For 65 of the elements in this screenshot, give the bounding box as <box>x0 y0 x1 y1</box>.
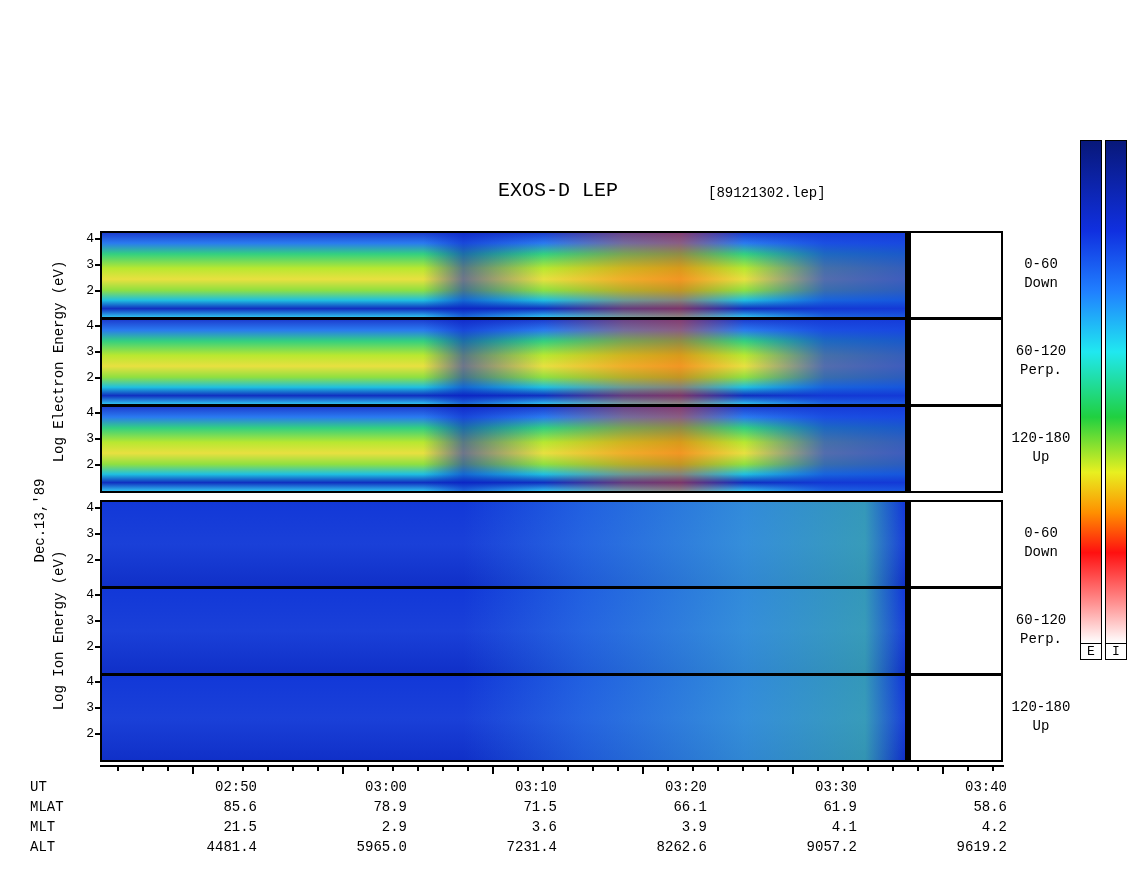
row-label: MLT <box>30 820 56 834</box>
file-label: [89121302.lep] <box>708 186 826 200</box>
tick-label: 4 <box>85 675 94 688</box>
row-label: UT <box>30 780 47 794</box>
tick-label: 4 <box>85 319 94 332</box>
tick-label: 4 <box>85 232 94 245</box>
tick-label: 2 <box>85 371 94 384</box>
plot-title: EXOS-D LEP <box>498 181 619 201</box>
tick-label: 4 <box>85 406 94 419</box>
angle-range: 0-60 <box>1024 255 1058 274</box>
axis-value: 02:50 <box>214 780 257 794</box>
tick-label: 2 <box>85 727 94 740</box>
direction-label: Perp. <box>1020 630 1062 649</box>
date-label: Dec.13,'89 <box>30 478 49 562</box>
axis-value: 9057.2 <box>805 840 857 854</box>
axis-label: Log Ion Energy (eV) <box>50 550 69 710</box>
axis-value: 58.6 <box>972 800 1007 814</box>
direction-label: Up <box>1032 448 1050 467</box>
axis-value: 3.6 <box>530 820 557 834</box>
axis-value: 3.9 <box>680 820 707 834</box>
axis-value: 4.2 <box>980 820 1007 834</box>
tick-label: 4 <box>85 501 94 514</box>
axis-value: 78.9 <box>372 800 407 814</box>
axis-value: 85.6 <box>222 800 257 814</box>
tick-label: 2 <box>85 284 94 297</box>
axis-value: 2.9 <box>380 820 407 834</box>
axis-value: 61.9 <box>822 800 857 814</box>
angle-range: 120-180 <box>1011 429 1071 448</box>
axis-value: 03:10 <box>514 780 557 794</box>
tick-label: 3 <box>85 701 94 714</box>
direction-label: Down <box>1024 543 1058 562</box>
color-bar-label: I <box>1105 643 1127 660</box>
tick-label: 3 <box>85 527 94 540</box>
axis-value: 4481.4 <box>205 840 257 854</box>
axis-label: Log Electron Energy (eV) <box>50 260 69 462</box>
axis-value: 03:20 <box>664 780 707 794</box>
axis-value: 4.1 <box>830 820 857 834</box>
axis-value: 03:00 <box>364 780 407 794</box>
axis-value: 7231.4 <box>505 840 557 854</box>
tick-label: 3 <box>85 258 94 271</box>
tick-label: 4 <box>85 588 94 601</box>
axis-value: 9619.2 <box>955 840 1007 854</box>
tick-label: 3 <box>85 614 94 627</box>
row-label: MLAT <box>30 800 64 814</box>
axis-value: 66.1 <box>672 800 707 814</box>
angle-range: 120-180 <box>1011 698 1071 717</box>
row-label: ALT <box>30 840 56 854</box>
axis-value: 71.5 <box>522 800 557 814</box>
direction-label: Down <box>1024 274 1058 293</box>
tick-label: 2 <box>85 458 94 471</box>
tick-label: 3 <box>85 432 94 445</box>
angle-range: 0-60 <box>1024 524 1058 543</box>
angle-range: 60-120 <box>1015 611 1067 630</box>
tick-label: 2 <box>85 640 94 653</box>
tick-label: 2 <box>85 553 94 566</box>
direction-label: Perp. <box>1020 361 1062 380</box>
axis-value: 5965.0 <box>355 840 407 854</box>
axis-value: 8262.6 <box>655 840 707 854</box>
tick-label: 3 <box>85 345 94 358</box>
color-bar-label: E <box>1080 643 1102 660</box>
axis-value: 03:40 <box>964 780 1007 794</box>
direction-label: Up <box>1032 717 1050 736</box>
axis-value: 21.5 <box>222 820 257 834</box>
angle-range: 60-120 <box>1015 342 1067 361</box>
axis-value: 03:30 <box>814 780 857 794</box>
